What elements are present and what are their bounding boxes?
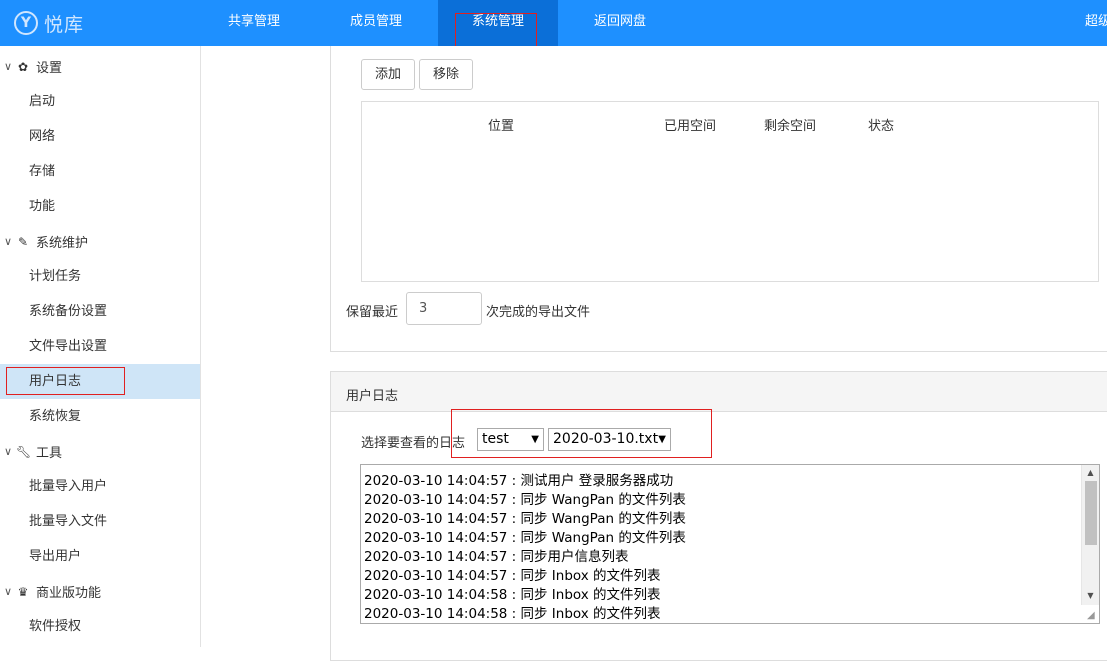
sidebar-item-export-settings[interactable]: 文件导出设置	[0, 329, 200, 364]
crown-icon: ♛	[17, 584, 29, 599]
chevron-down-icon: ∨	[3, 445, 13, 458]
nav-back-to-drive[interactable]: 返回网盘	[574, 0, 666, 46]
resize-grip-icon[interactable]: ◢	[1087, 611, 1097, 621]
log-line: 2020-03-10 14:04:57 : 同步 WangPan 的文件列表	[364, 530, 686, 546]
chevron-down-icon: ∨	[3, 235, 13, 248]
log-line: 2020-03-10 14:04:57 : 同步 WangPan 的文件列表	[364, 492, 686, 508]
column-header-used-space: 已用空间	[664, 119, 717, 134]
add-button[interactable]: 添加	[361, 59, 415, 90]
column-header-free-space: 剩余空间	[764, 119, 817, 134]
highlight-box	[455, 13, 537, 49]
sidebar-group-label: 工具	[36, 446, 63, 461]
app-logo[interactable]: Y 悦库	[14, 8, 84, 38]
panel-header	[330, 371, 1107, 412]
sidebar-item-features[interactable]: 功能	[0, 189, 200, 224]
gear-icon: ✿	[17, 59, 29, 74]
nav-member-management[interactable]: 成员管理	[330, 0, 422, 46]
chevron-down-icon: ∨	[3, 585, 13, 598]
sidebar-item-network[interactable]: 网络	[0, 119, 200, 154]
sidebar-item-import-files[interactable]: 批量导入文件	[0, 504, 200, 539]
highlight-box	[451, 409, 712, 458]
sidebar-item-license[interactable]: 软件授权	[0, 609, 200, 644]
keep-count-input[interactable]: 3	[406, 292, 482, 325]
scroll-down-icon[interactable]: ▼	[1085, 591, 1096, 600]
chevron-down-icon: ∨	[3, 60, 13, 73]
sidebar-group-settings[interactable]: ∨ ✿ 设置	[0, 49, 200, 84]
sidebar-item-startup[interactable]: 启动	[0, 84, 200, 119]
sidebar-group-tools[interactable]: ∨ 🔧︎ 工具	[0, 434, 200, 469]
scroll-up-icon[interactable]: ▲	[1085, 468, 1096, 477]
export-location-table	[361, 101, 1099, 282]
sidebar-item-export-users[interactable]: 导出用户	[0, 539, 200, 574]
sidebar-item-storage[interactable]: 存储	[0, 154, 200, 189]
log-line: 2020-03-10 14:04:57 : 同步 Inbox 的文件列表	[364, 568, 661, 584]
scrollbar[interactable]: ▲ ▼	[1081, 465, 1099, 605]
log-line: 2020-03-10 14:04:57 : 同步 WangPan 的文件列表	[364, 511, 686, 527]
nav-share-management[interactable]: 共享管理	[208, 0, 300, 46]
wrench-icon: 🔧︎	[16, 444, 32, 459]
sidebar-group-commercial[interactable]: ∨ ♛ 商业版功能	[0, 574, 200, 609]
sidebar-item-scheduled-tasks[interactable]: 计划任务	[0, 259, 200, 294]
sidebar-group-label: 商业版功能	[36, 586, 102, 601]
log-line: 2020-03-10 14:04:58 : 同步 Inbox 的文件列表	[364, 606, 661, 622]
log-textarea[interactable]: 2020-03-10 14:04:57 : 测试用户 登录服务器成功 2020-…	[360, 464, 1100, 624]
top-navbar: Y 悦库 共享管理 成员管理 系统管理 返回网盘 超级	[0, 0, 1107, 46]
logo-icon: Y	[14, 11, 38, 35]
log-line: 2020-03-10 14:04:57 : 同步用户信息列表	[364, 549, 629, 565]
sidebar-item-backup-settings[interactable]: 系统备份设置	[0, 294, 200, 329]
scrollbar-thumb[interactable]	[1085, 481, 1097, 545]
panel-title: 用户日志	[346, 389, 399, 404]
logo-text: 悦库	[44, 13, 85, 36]
log-line: 2020-03-10 14:04:58 : 同步 Inbox 的文件列表	[364, 587, 661, 603]
sidebar-item-import-users[interactable]: 批量导入用户	[0, 469, 200, 504]
log-select-label: 选择要查看的日志	[361, 436, 466, 451]
remove-button[interactable]: 移除	[419, 59, 473, 90]
highlight-box	[6, 367, 125, 395]
column-header-status: 状态	[868, 119, 895, 134]
keep-suffix-label: 次完成的导出文件	[486, 305, 591, 320]
nav-admin-user[interactable]: 超级	[1085, 0, 1107, 46]
brush-icon: ✎	[17, 234, 29, 249]
column-header-location: 位置	[488, 119, 515, 134]
keep-prefix-label: 保留最近	[346, 305, 399, 320]
log-line: 2020-03-10 14:04:57 : 测试用户 登录服务器成功	[364, 473, 674, 489]
sidebar-group-label: 设置	[36, 61, 63, 76]
sidebar-item-system-restore[interactable]: 系统恢复	[0, 399, 200, 434]
sidebar-group-label: 系统维护	[36, 236, 89, 251]
sidebar-group-maintenance[interactable]: ∨ ✎ 系统维护	[0, 224, 200, 259]
